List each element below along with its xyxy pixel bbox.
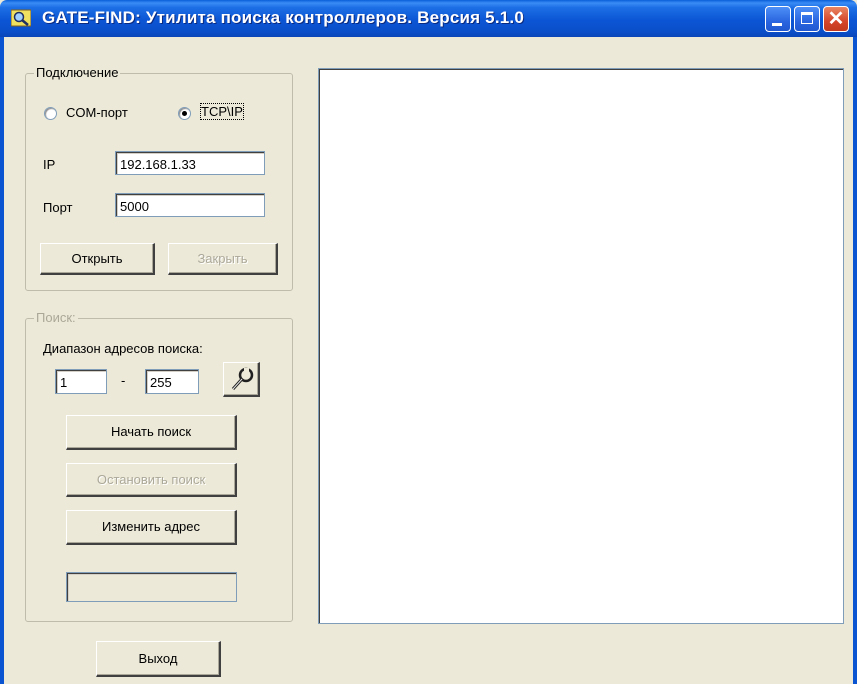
port-label: Порт	[43, 200, 73, 215]
title-bar[interactable]: GATE-FIND: Утилита поиска контроллеров. …	[0, 0, 857, 37]
maximize-button[interactable]	[794, 6, 820, 32]
port-field[interactable]	[115, 193, 265, 217]
tcp-ip-radio[interactable]	[178, 107, 191, 120]
results-panel[interactable]	[318, 68, 844, 624]
window-border-right	[853, 37, 857, 684]
window-title: GATE-FIND: Утилита поиска контроллеров. …	[42, 8, 524, 27]
close-icon: ✕	[827, 8, 845, 30]
open-button[interactable]: Открыть	[40, 243, 155, 275]
search-status-field[interactable]	[66, 572, 237, 602]
tcp-ip-label[interactable]: TCP\IP	[200, 103, 244, 120]
stop-search-button[interactable]: Остановить поиск	[66, 463, 237, 497]
range-separator: -	[121, 373, 126, 388]
search-app-icon	[11, 9, 31, 27]
ip-field[interactable]	[115, 151, 265, 175]
minimize-button[interactable]	[765, 6, 791, 32]
close-button[interactable]: ✕	[823, 6, 849, 32]
range-to-field[interactable]	[145, 369, 199, 394]
change-address-button[interactable]: Изменить адрес	[66, 510, 237, 545]
connection-group-label: Подключение	[34, 65, 121, 80]
start-search-button[interactable]: Начать поиск	[66, 415, 237, 450]
range-from-field[interactable]	[55, 369, 107, 394]
com-port-label[interactable]: COM-порт	[66, 105, 128, 120]
range-settings-button[interactable]	[223, 362, 260, 397]
close-connection-button[interactable]: Закрыть	[168, 243, 278, 275]
wrench-icon	[231, 367, 254, 391]
search-group-label: Поиск:	[34, 310, 78, 325]
exit-button[interactable]: Выход	[96, 641, 221, 677]
ip-label: IP	[43, 157, 56, 172]
com-port-radio[interactable]	[44, 107, 57, 120]
window-border-left	[0, 37, 4, 684]
range-label: Диапазон адресов поиска:	[43, 341, 203, 356]
